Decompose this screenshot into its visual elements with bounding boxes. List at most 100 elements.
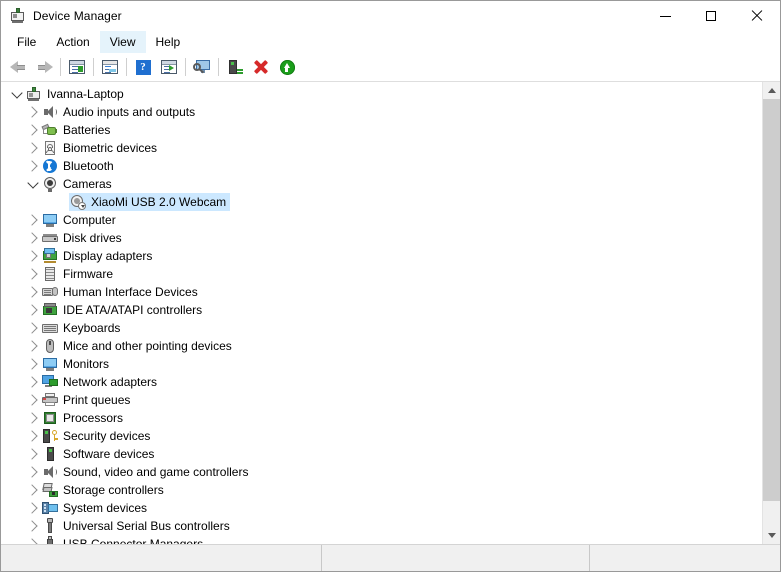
show-hide-action-pane-button[interactable] [156,55,182,79]
scan-for-hardware-changes-button[interactable] [189,55,215,79]
properties-button[interactable] [97,55,123,79]
tree-row[interactable]: Storage controllers [1,481,762,499]
tree-row-content[interactable]: Cameras [41,175,116,193]
chevron-right-icon[interactable] [25,373,41,391]
tree-row-content[interactable]: Display adapters [41,247,156,265]
chevron-right-icon[interactable] [25,481,41,499]
tree-row-content[interactable]: System devices [41,499,151,517]
menu-file[interactable]: File [7,31,46,53]
chevron-right-icon[interactable] [25,283,41,301]
chevron-right-icon[interactable] [25,319,41,337]
tree-row-content[interactable]: Monitors [41,355,113,373]
chevron-right-icon[interactable] [25,301,41,319]
chevron-right-icon[interactable] [25,445,41,463]
enable-device-button[interactable] [274,55,300,79]
tree-row[interactable]: USB Connector Managers [1,535,762,544]
tree-row[interactable]: Biometric devices [1,139,762,157]
chevron-right-icon[interactable] [25,247,41,265]
chevron-right-icon[interactable] [25,463,41,481]
tree-row-content[interactable]: Audio inputs and outputs [41,103,199,121]
tree-row-content[interactable]: Processors [41,409,127,427]
show-hide-console-tree-button[interactable] [64,55,90,79]
tree-row-content[interactable]: Print queues [41,391,134,409]
scrollbar-thumb[interactable] [763,99,780,502]
tree-row-content[interactable]: XiaoMi USB 2.0 Webcam [69,193,231,211]
chevron-right-icon[interactable] [25,157,41,175]
tree-row[interactable]: Processors [1,409,762,427]
tree-row[interactable]: Sound, video and game controllers [1,463,762,481]
tree-row-content[interactable]: Mice and other pointing devices [41,337,236,355]
tree-row[interactable]: IDE ATA/ATAPI controllers [1,301,762,319]
tree-row[interactable]: Human Interface Devices [1,283,762,301]
tree-row-content[interactable]: Network adapters [41,373,161,391]
scrollbar-track[interactable] [763,99,780,527]
chevron-right-icon[interactable] [25,139,41,157]
chevron-right-icon[interactable] [25,121,41,139]
tree-row[interactable]: Monitors [1,355,762,373]
scroll-up-button[interactable] [763,82,780,99]
chevron-right-icon[interactable] [25,535,41,544]
tree-row[interactable]: Firmware [1,265,762,283]
tree-row[interactable]: Universal Serial Bus controllers [1,517,762,535]
help-button[interactable]: ? [130,55,156,79]
tree-row-content[interactable]: Keyboards [41,319,124,337]
uninstall-device-button[interactable] [248,55,274,79]
chevron-right-icon[interactable] [25,229,41,247]
menu-help[interactable]: Help [146,31,191,53]
tree-row-content[interactable]: IDE ATA/ATAPI controllers [41,301,206,319]
tree-row-content[interactable]: Security devices [41,427,154,445]
minimize-button[interactable] [642,1,688,31]
tree-row-content[interactable]: Biometric devices [41,139,161,157]
tree-row-content[interactable]: Universal Serial Bus controllers [41,517,234,535]
chevron-down-icon[interactable] [9,85,25,103]
tree-row-content[interactable]: Disk drives [41,229,126,247]
update-driver-button[interactable] [222,55,248,79]
tree-row-content[interactable]: Firmware [41,265,117,283]
tree-row[interactable]: Computer [1,211,762,229]
tree-row-content[interactable]: Storage controllers [41,481,168,499]
tree-row-content[interactable]: Batteries [41,121,114,139]
maximize-button[interactable] [688,1,734,31]
chevron-right-icon[interactable] [25,427,41,445]
tree-row[interactable]: Software devices [1,445,762,463]
tree-row[interactable]: Display adapters [1,247,762,265]
vertical-scrollbar[interactable] [762,82,780,544]
chevron-right-icon[interactable] [25,517,41,535]
forward-button[interactable] [31,55,57,79]
close-button[interactable] [734,1,780,31]
tree-row-content[interactable]: Software devices [41,445,158,463]
tree-row[interactable]: Cameras [1,175,762,193]
tree-row[interactable]: Disk drives [1,229,762,247]
tree-row[interactable]: Audio inputs and outputs [1,103,762,121]
menu-action[interactable]: Action [46,31,99,53]
tree-row[interactable]: Bluetooth [1,157,762,175]
device-tree[interactable]: Ivanna-Laptop Audio inputs and outputs Bat… [1,82,762,544]
chevron-right-icon[interactable] [25,211,41,229]
tree-row[interactable]: Ivanna-Laptop [1,85,762,103]
tree-row-content[interactable]: USB Connector Managers [41,535,207,544]
tree-row-content[interactable]: Human Interface Devices [41,283,202,301]
tree-row-content[interactable]: Ivanna-Laptop [25,85,128,103]
tree-row[interactable]: Network adapters [1,373,762,391]
tree-row[interactable]: Mice and other pointing devices [1,337,762,355]
tree-row[interactable]: XiaoMi USB 2.0 Webcam [1,193,762,211]
menu-view[interactable]: View [99,31,146,53]
tree-row[interactable]: System devices [1,499,762,517]
tree-row[interactable]: Keyboards [1,319,762,337]
tree-row-content[interactable]: Computer [41,211,120,229]
chevron-right-icon[interactable] [25,265,41,283]
chevron-right-icon[interactable] [25,391,41,409]
chevron-right-icon[interactable] [25,103,41,121]
tree-row-content[interactable]: Sound, video and game controllers [41,463,252,481]
tree-row[interactable]: Print queues [1,391,762,409]
chevron-right-icon[interactable] [25,409,41,427]
tree-row[interactable]: Security devices [1,427,762,445]
tree-row[interactable]: Batteries [1,121,762,139]
tree-row-content[interactable]: Bluetooth [41,157,118,175]
chevron-right-icon[interactable] [25,337,41,355]
chevron-right-icon[interactable] [25,499,41,517]
chevron-right-icon[interactable] [25,355,41,373]
back-button[interactable] [5,55,31,79]
chevron-down-icon[interactable] [25,175,41,193]
scroll-down-button[interactable] [763,527,780,544]
